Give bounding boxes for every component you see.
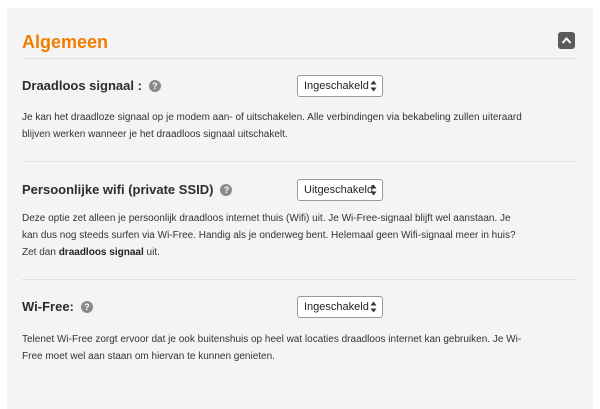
divider — [22, 58, 577, 59]
divider — [22, 161, 577, 162]
wireless-signal-select-value: Ingeschakeld — [304, 80, 369, 92]
panel-title: Algemeen — [22, 32, 109, 52]
wi-free-description: Telenet Wi-Free zorgt ervoor dat je ook … — [22, 334, 522, 362]
settings-panel: Algemeen Draadloos signaal : ? Ingeschak… — [7, 8, 593, 409]
private-ssid-description-end: uit. — [143, 247, 160, 258]
label-row: Persoonlijke wifi (private SSID) ? — [22, 182, 233, 197]
panel-header: Algemeen — [7, 8, 593, 58]
select-arrows-icon — [370, 80, 377, 92]
divider — [22, 279, 577, 280]
private-ssid-select[interactable]: Uitgeschakeld — [297, 179, 383, 201]
wireless-signal-label: Draadloos signaal : — [22, 78, 142, 93]
wi-free-label: Wi-Free: — [22, 299, 74, 314]
question-icon[interactable]: ? — [220, 183, 233, 196]
question-icon[interactable]: ? — [80, 300, 93, 313]
wi-free-select[interactable]: Ingeschakeld — [297, 296, 383, 318]
private-ssid-label: Persoonlijke wifi (private SSID) — [22, 182, 214, 197]
private-ssid-select-value: Uitgeschakeld — [304, 184, 374, 196]
chevron-up-icon — [561, 36, 572, 44]
wireless-signal-select[interactable]: Ingeschakeld — [297, 75, 383, 97]
wireless-signal-emphasis: draadloos signaal — [58, 247, 144, 258]
wi-free-select-value: Ingeschakeld — [304, 301, 369, 313]
question-icon[interactable]: ? — [148, 79, 161, 92]
select-arrows-icon — [370, 184, 377, 196]
label-row: Wi-Free: ? — [22, 299, 93, 314]
wireless-signal-description: Je kan het draadloze signaal op je modem… — [22, 112, 522, 140]
private-ssid-description: Deze optie zet alleen je persoonlijk dra… — [22, 210, 522, 261]
collapse-button[interactable] — [558, 32, 575, 49]
select-arrows-icon — [370, 301, 377, 313]
label-row: Draadloos signaal : ? — [22, 78, 161, 93]
